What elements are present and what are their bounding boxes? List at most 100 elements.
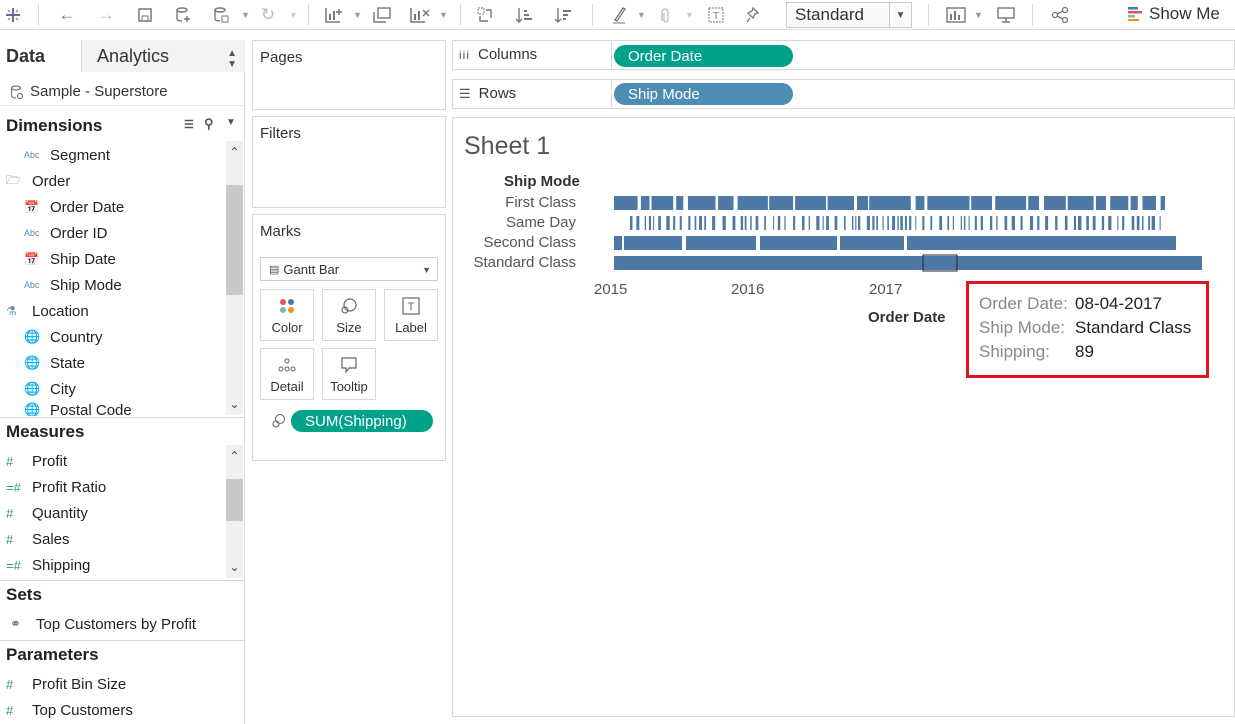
dimensions-scrollbar[interactable]: ⌃ ⌄ bbox=[226, 141, 243, 415]
chevron-down-icon[interactable]: ▼ bbox=[637, 10, 646, 20]
mark-type-select[interactable]: ▤ Gantt Bar ▼ bbox=[260, 257, 438, 281]
group-members-icon[interactable] bbox=[654, 4, 676, 26]
dimension-field[interactable]: 🌐 Postal Code bbox=[24, 402, 132, 416]
undo-icon[interactable]: ← bbox=[56, 4, 78, 26]
chevron-down-icon[interactable]: ▼ bbox=[685, 10, 694, 20]
gantt-mark[interactable] bbox=[795, 196, 826, 210]
gantt-mark[interactable] bbox=[802, 216, 805, 230]
gantt-mark[interactable] bbox=[915, 216, 917, 230]
gantt-mark[interactable] bbox=[858, 216, 861, 230]
gantt-mark[interactable] bbox=[816, 216, 820, 230]
gantt-mark[interactable] bbox=[1131, 216, 1135, 230]
gantt-mark[interactable] bbox=[900, 216, 903, 230]
gantt-mark[interactable] bbox=[1020, 216, 1023, 230]
gantt-mark[interactable] bbox=[699, 216, 702, 230]
gantt-mark[interactable] bbox=[930, 216, 933, 230]
gantt-mark[interactable] bbox=[974, 216, 977, 230]
datasource-item[interactable]: Sample - Superstore bbox=[0, 78, 245, 106]
gantt-mark[interactable] bbox=[907, 236, 1176, 250]
gantt-mark[interactable] bbox=[694, 216, 697, 230]
gantt-mark[interactable] bbox=[1078, 216, 1082, 230]
rows-field-pill[interactable]: Ship Mode bbox=[614, 83, 793, 105]
presentation-mode-icon[interactable] bbox=[994, 4, 1018, 26]
dimension-field[interactable]: Abc Ship Mode bbox=[24, 272, 122, 298]
gantt-mark[interactable] bbox=[614, 256, 1202, 270]
gantt-mark[interactable] bbox=[1055, 216, 1058, 230]
gantt-mark[interactable] bbox=[1122, 216, 1125, 230]
gantt-mark[interactable] bbox=[1160, 196, 1165, 210]
chevron-down-icon[interactable]: ▼ bbox=[289, 10, 298, 20]
gantt-mark[interactable] bbox=[755, 216, 759, 230]
gantt-mark[interactable] bbox=[980, 216, 983, 230]
show-mark-labels-icon[interactable]: T bbox=[705, 4, 727, 26]
gantt-mark[interactable] bbox=[808, 216, 810, 230]
gantt-mark[interactable] bbox=[947, 216, 950, 230]
dimension-field[interactable]: ⚗ Location bbox=[6, 298, 89, 324]
gantt-mark[interactable] bbox=[1130, 196, 1138, 210]
chevron-down-icon[interactable]: ▼ bbox=[974, 10, 983, 20]
dimension-field[interactable]: 🗁 Order bbox=[6, 168, 70, 194]
dimension-field[interactable]: 🌐 City bbox=[24, 376, 76, 402]
measure-field[interactable]: =# Profit Ratio bbox=[6, 474, 106, 500]
scroll-down-icon[interactable]: ⌄ bbox=[226, 397, 243, 411]
gantt-mark[interactable] bbox=[840, 236, 904, 250]
gantt-mark[interactable] bbox=[1067, 196, 1094, 210]
scroll-down-icon[interactable]: ⌄ bbox=[226, 560, 243, 574]
gantt-mark[interactable] bbox=[740, 216, 744, 230]
gantt-mark[interactable] bbox=[857, 196, 868, 210]
scroll-thumb[interactable] bbox=[226, 185, 243, 295]
redo-icon[interactable]: → bbox=[95, 4, 117, 26]
gantt-mark[interactable] bbox=[1101, 216, 1105, 230]
gantt-mark[interactable] bbox=[653, 216, 655, 230]
gantt-mark[interactable] bbox=[636, 216, 640, 230]
gantt-mark[interactable] bbox=[866, 216, 870, 230]
gantt-mark[interactable] bbox=[904, 216, 907, 230]
gantt-mark[interactable] bbox=[666, 216, 670, 230]
gantt-mark[interactable] bbox=[922, 216, 925, 230]
swap-rows-columns-icon[interactable] bbox=[474, 4, 496, 26]
set-item[interactable]: ⚭ Top Customers by Profit bbox=[10, 611, 196, 637]
gantt-mark[interactable] bbox=[960, 216, 962, 230]
gantt-mark[interactable] bbox=[1029, 216, 1034, 230]
dimension-field[interactable]: 📅 Ship Date bbox=[24, 246, 116, 272]
new-datasource-icon[interactable] bbox=[172, 4, 194, 26]
pause-updates-icon[interactable] bbox=[210, 4, 232, 26]
gantt-mark[interactable] bbox=[1064, 216, 1068, 230]
parameter-field[interactable]: # Profit Bin Size bbox=[6, 671, 126, 697]
detail-field-pill[interactable]: SUM(Shipping) bbox=[291, 410, 433, 432]
gantt-mark[interactable] bbox=[687, 196, 716, 210]
label-button[interactable]: T Label bbox=[384, 289, 438, 341]
gantt-mark[interactable] bbox=[651, 196, 674, 210]
dimension-field[interactable]: Abc Segment bbox=[24, 142, 110, 168]
sort-ascending-icon[interactable] bbox=[513, 4, 535, 26]
gantt-mark[interactable] bbox=[1142, 196, 1157, 210]
measure-field[interactable]: # Profit bbox=[6, 448, 67, 474]
gantt-mark[interactable] bbox=[1117, 216, 1119, 230]
gantt-mark[interactable] bbox=[744, 216, 747, 230]
filters-card[interactable]: Filters bbox=[252, 116, 446, 208]
gantt-mark[interactable] bbox=[760, 236, 837, 250]
gantt-mark[interactable] bbox=[995, 196, 1027, 210]
gantt-mark[interactable] bbox=[827, 196, 854, 210]
gantt-mark[interactable] bbox=[704, 216, 706, 230]
new-worksheet-icon[interactable] bbox=[322, 4, 346, 26]
dimension-field[interactable]: 🌐 Country bbox=[24, 324, 103, 350]
gantt-mark[interactable] bbox=[614, 196, 638, 210]
gantt-mark[interactable] bbox=[644, 216, 646, 230]
clear-sheet-icon[interactable] bbox=[408, 4, 432, 26]
gantt-mark[interactable] bbox=[915, 196, 925, 210]
gantt-mark[interactable] bbox=[1148, 216, 1150, 230]
gantt-mark[interactable] bbox=[648, 216, 651, 230]
measures-scrollbar[interactable]: ⌃ ⌄ bbox=[226, 445, 243, 578]
chevron-down-icon[interactable]: ▼ bbox=[241, 10, 250, 20]
gantt-mark[interactable] bbox=[1110, 196, 1129, 210]
columns-field-pill[interactable]: Order Date bbox=[614, 45, 793, 67]
gantt-mark[interactable] bbox=[737, 196, 768, 210]
gantt-mark[interactable] bbox=[872, 216, 875, 230]
gantt-mark[interactable] bbox=[882, 216, 884, 230]
tab-data[interactable]: Data bbox=[0, 40, 82, 72]
tooltip-button[interactable]: Tooltip bbox=[322, 348, 376, 400]
gantt-mark[interactable] bbox=[712, 216, 716, 230]
measure-field[interactable]: # Sales bbox=[6, 526, 70, 552]
dimension-field[interactable]: 🌐 State bbox=[24, 350, 85, 376]
